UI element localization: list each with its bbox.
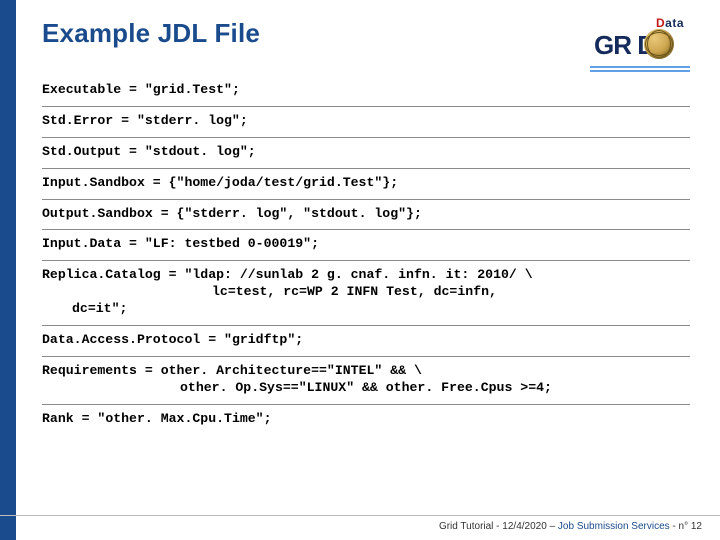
- jdl-val: "other. Max.Cpu.Time";: [97, 411, 271, 426]
- jdl-val: "stdout. log";: [145, 144, 256, 159]
- jdl-line: Replica.Catalog = "ldap: //sunlab 2 g. c…: [42, 261, 690, 326]
- jdl-key: Std.Output =: [42, 144, 145, 159]
- footer-sep: -: [670, 521, 679, 532]
- jdl-line: Input.Sandbox = {"home/joda/test/grid.Te…: [42, 169, 690, 200]
- jdl-val-cont: dc=it";: [42, 301, 690, 318]
- footer-rule: [0, 515, 720, 516]
- jdl-val-cont: other. Op.Sys=="LINUX" && other. Free.Cp…: [42, 380, 690, 397]
- jdl-body: Executable = "grid.Test"; Std.Error = "s…: [42, 76, 690, 435]
- jdl-key: Replica.Catalog =: [42, 267, 184, 282]
- jdl-line: Executable = "grid.Test";: [42, 76, 690, 107]
- footer: Grid Tutorial - 12/4/2020 – Job Submissi…: [439, 521, 702, 532]
- jdl-key: Rank =: [42, 411, 97, 426]
- jdl-val: "gridftp";: [224, 332, 303, 347]
- jdl-val: {"home/joda/test/grid.Test"};: [169, 175, 399, 190]
- title-row: Example JDL File Data GR D: [42, 18, 690, 64]
- jdl-line: Input.Data = "LF: testbed 0-00019";: [42, 230, 690, 261]
- jdl-line: Output.Sandbox = {"stderr. log", "stdout…: [42, 200, 690, 231]
- jdl-line: Std.Output = "stdout. log";: [42, 138, 690, 169]
- jdl-key: Requirements =: [42, 363, 161, 378]
- jdl-val: "ldap: //sunlab 2 g. cnaf. infn. it: 201…: [184, 267, 532, 282]
- page-title: Example JDL File: [42, 18, 260, 49]
- jdl-key: Std.Error =: [42, 113, 137, 128]
- slide: Example JDL File Data GR D Executable = …: [0, 0, 720, 540]
- footer-left: Grid Tutorial: [439, 521, 493, 532]
- jdl-val: "LF: testbed 0-00019";: [145, 236, 319, 251]
- jdl-line: Rank = "other. Max.Cpu.Time";: [42, 405, 690, 435]
- logo-grid: GR D: [590, 28, 690, 62]
- jdl-key: Input.Data =: [42, 236, 145, 251]
- footer-service: Job Submission Services: [558, 521, 670, 532]
- jdl-key: Input.Sandbox =: [42, 175, 169, 190]
- datagrid-logo: Data GR D: [590, 18, 690, 64]
- jdl-val: other. Architecture=="INTEL" && \: [161, 363, 422, 378]
- jdl-line: Requirements = other. Architecture=="INT…: [42, 357, 690, 405]
- jdl-key: Output.Sandbox =: [42, 206, 177, 221]
- footer-sep: -: [493, 521, 502, 532]
- jdl-key: Data.Access.Protocol =: [42, 332, 224, 347]
- logo-bars: [590, 38, 690, 72]
- footer-page: n° 12: [679, 521, 702, 532]
- jdl-val-cont: lc=test, rc=WP 2 INFN Test, dc=infn,: [42, 284, 690, 301]
- jdl-val: "grid.Test";: [145, 82, 240, 97]
- jdl-val: "stderr. log";: [137, 113, 248, 128]
- jdl-line: Data.Access.Protocol = "gridftp";: [42, 326, 690, 357]
- footer-date: 12/4/2020: [502, 521, 547, 532]
- jdl-val: {"stderr. log", "stdout. log"};: [177, 206, 422, 221]
- footer-dash: –: [547, 521, 558, 532]
- jdl-line: Std.Error = "stderr. log";: [42, 107, 690, 138]
- jdl-key: Executable =: [42, 82, 145, 97]
